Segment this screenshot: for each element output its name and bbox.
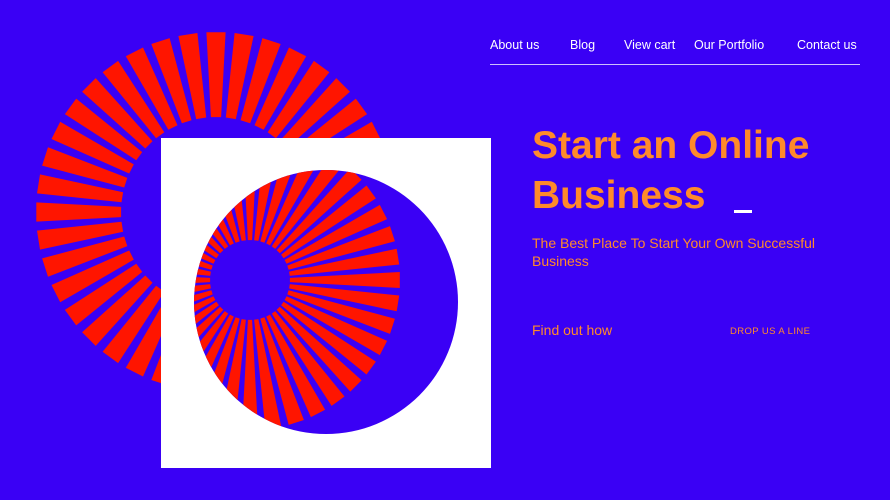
text-cursor-bar (734, 210, 752, 213)
nav-contact-us[interactable]: Contact us (797, 38, 857, 52)
hero-subtitle: The Best Place To Start Your Own Success… (532, 235, 816, 269)
top-navigation: About us Blog View cart Our Portfolio Co… (490, 38, 860, 65)
ray-circle-graphic (36, 32, 491, 468)
nav-our-portfolio[interactable]: Our Portfolio (694, 38, 764, 52)
find-out-how-link[interactable]: Find out how (532, 322, 612, 338)
sunburst-ray (206, 32, 226, 118)
landing-page: About us Blog View cart Our Portfolio Co… (0, 0, 890, 500)
nav-blog[interactable]: Blog (570, 38, 595, 52)
hero-artwork (0, 0, 520, 500)
hero-title: Start an Online Business (532, 124, 810, 217)
sunburst-ray (36, 202, 122, 222)
nav-about-us[interactable]: About us (490, 38, 539, 52)
nav-view-cart[interactable]: View cart (624, 38, 675, 52)
drop-us-a-line-link[interactable]: DROP US A LINE (730, 326, 810, 337)
